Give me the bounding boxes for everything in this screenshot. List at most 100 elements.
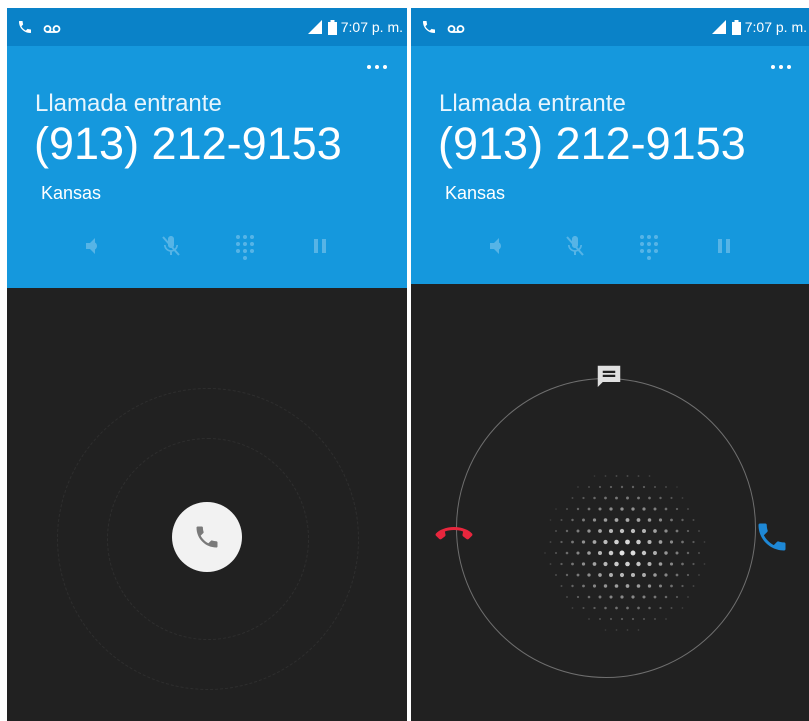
glow-dot (593, 475, 596, 477)
glow-dot (703, 563, 706, 565)
call-actions (411, 234, 809, 264)
glow-dot (626, 606, 629, 610)
glow-dot (587, 529, 591, 533)
glow-dot (631, 485, 635, 489)
hold-icon[interactable] (714, 234, 734, 258)
hold-icon[interactable] (310, 234, 330, 258)
glow-dot (603, 518, 608, 522)
speaker-icon[interactable] (485, 234, 509, 258)
glow-dot (681, 584, 684, 588)
glow-dot (692, 562, 695, 566)
mute-icon[interactable] (159, 234, 183, 258)
glow-dot (670, 584, 673, 588)
glow-dot (587, 573, 591, 577)
glow-dot (636, 584, 641, 588)
glow-dot (648, 606, 651, 610)
voicemail-icon (448, 25, 465, 33)
glow-dot (642, 595, 646, 599)
glow-dot (576, 529, 580, 533)
glow-dot (636, 539, 641, 545)
overflow-menu-icon[interactable] (771, 65, 793, 71)
glow-dot (648, 496, 651, 500)
caller-number: (913) 212-9153 (438, 118, 746, 169)
glow-dot (560, 585, 563, 587)
glow-dot (598, 507, 602, 511)
glow-dot (692, 585, 695, 587)
glow-dot (653, 551, 657, 555)
status-bar: 7:07 p. m. (411, 8, 809, 46)
glow-dot (664, 529, 668, 533)
glow-dot (565, 551, 569, 555)
glow-dot (692, 519, 695, 521)
glow-dot (669, 540, 674, 544)
glow-dot (592, 518, 597, 522)
call-actions (7, 234, 407, 264)
glow-dot (597, 550, 603, 556)
glow-dot (636, 518, 641, 522)
glow-dot (571, 584, 574, 588)
decline-call-icon[interactable] (434, 521, 474, 547)
glow-dot (555, 574, 557, 576)
glow-dot (609, 507, 613, 511)
glow-dot (631, 595, 635, 599)
glow-dot (598, 485, 602, 489)
glow-dot (603, 584, 608, 588)
dialpad-icon[interactable] (637, 234, 661, 260)
glow-dot (665, 486, 667, 488)
glow-dot (566, 596, 568, 598)
glow-dot (549, 563, 552, 565)
glow-dot (659, 606, 662, 610)
glow-dot (637, 629, 640, 631)
glow-dot (625, 584, 630, 588)
glow-dot (626, 629, 629, 631)
glow-dot (625, 518, 630, 522)
glow-dot (609, 595, 613, 599)
glow-dot (603, 539, 608, 545)
glow-dot (619, 572, 625, 578)
glow-dot (571, 562, 574, 566)
answer-handle-button[interactable] (172, 502, 242, 572)
glow-dot (630, 528, 636, 534)
glow-dot (681, 562, 684, 566)
glow-dot (675, 551, 679, 555)
glow-dot (620, 595, 624, 599)
glow-dot (588, 618, 590, 620)
glow-dot (664, 573, 668, 577)
glow-dot (670, 607, 673, 609)
mute-icon[interactable] (563, 234, 587, 258)
glow-dot (614, 539, 619, 545)
glow-dot (560, 562, 563, 566)
glow-dot (658, 584, 663, 588)
glow-dot (549, 519, 552, 521)
glow-dot (625, 539, 630, 545)
phone-icon (196, 526, 218, 548)
glow-dot (620, 617, 624, 621)
glow-dot (560, 518, 563, 522)
glow-dot (670, 518, 673, 522)
glow-dot (592, 584, 597, 588)
battery-icon (327, 19, 337, 35)
glow-dot (576, 573, 580, 577)
glow-dot (653, 595, 657, 599)
dialpad-icon[interactable] (233, 234, 257, 260)
caller-number: (913) 212-9153 (34, 118, 342, 169)
voicemail-icon (44, 25, 61, 33)
accept-call-icon[interactable] (754, 519, 790, 555)
glow-dot (675, 529, 679, 533)
glow-dot (592, 540, 597, 544)
overflow-menu-icon[interactable] (367, 65, 389, 71)
message-icon[interactable] (594, 362, 624, 392)
glow-dot (565, 529, 569, 533)
glow-dot (681, 497, 684, 499)
glow-dot (571, 497, 574, 499)
glow-dot (659, 496, 662, 500)
glow-dot (686, 573, 690, 577)
caller-location: Kansas (41, 183, 102, 203)
speaker-icon[interactable] (81, 234, 105, 258)
glow-dot (544, 552, 546, 554)
glow-dot (619, 550, 625, 556)
glow-dot (620, 507, 624, 511)
glow-dot (670, 496, 673, 500)
glow-dot (637, 606, 640, 610)
glow-dot (577, 486, 579, 488)
